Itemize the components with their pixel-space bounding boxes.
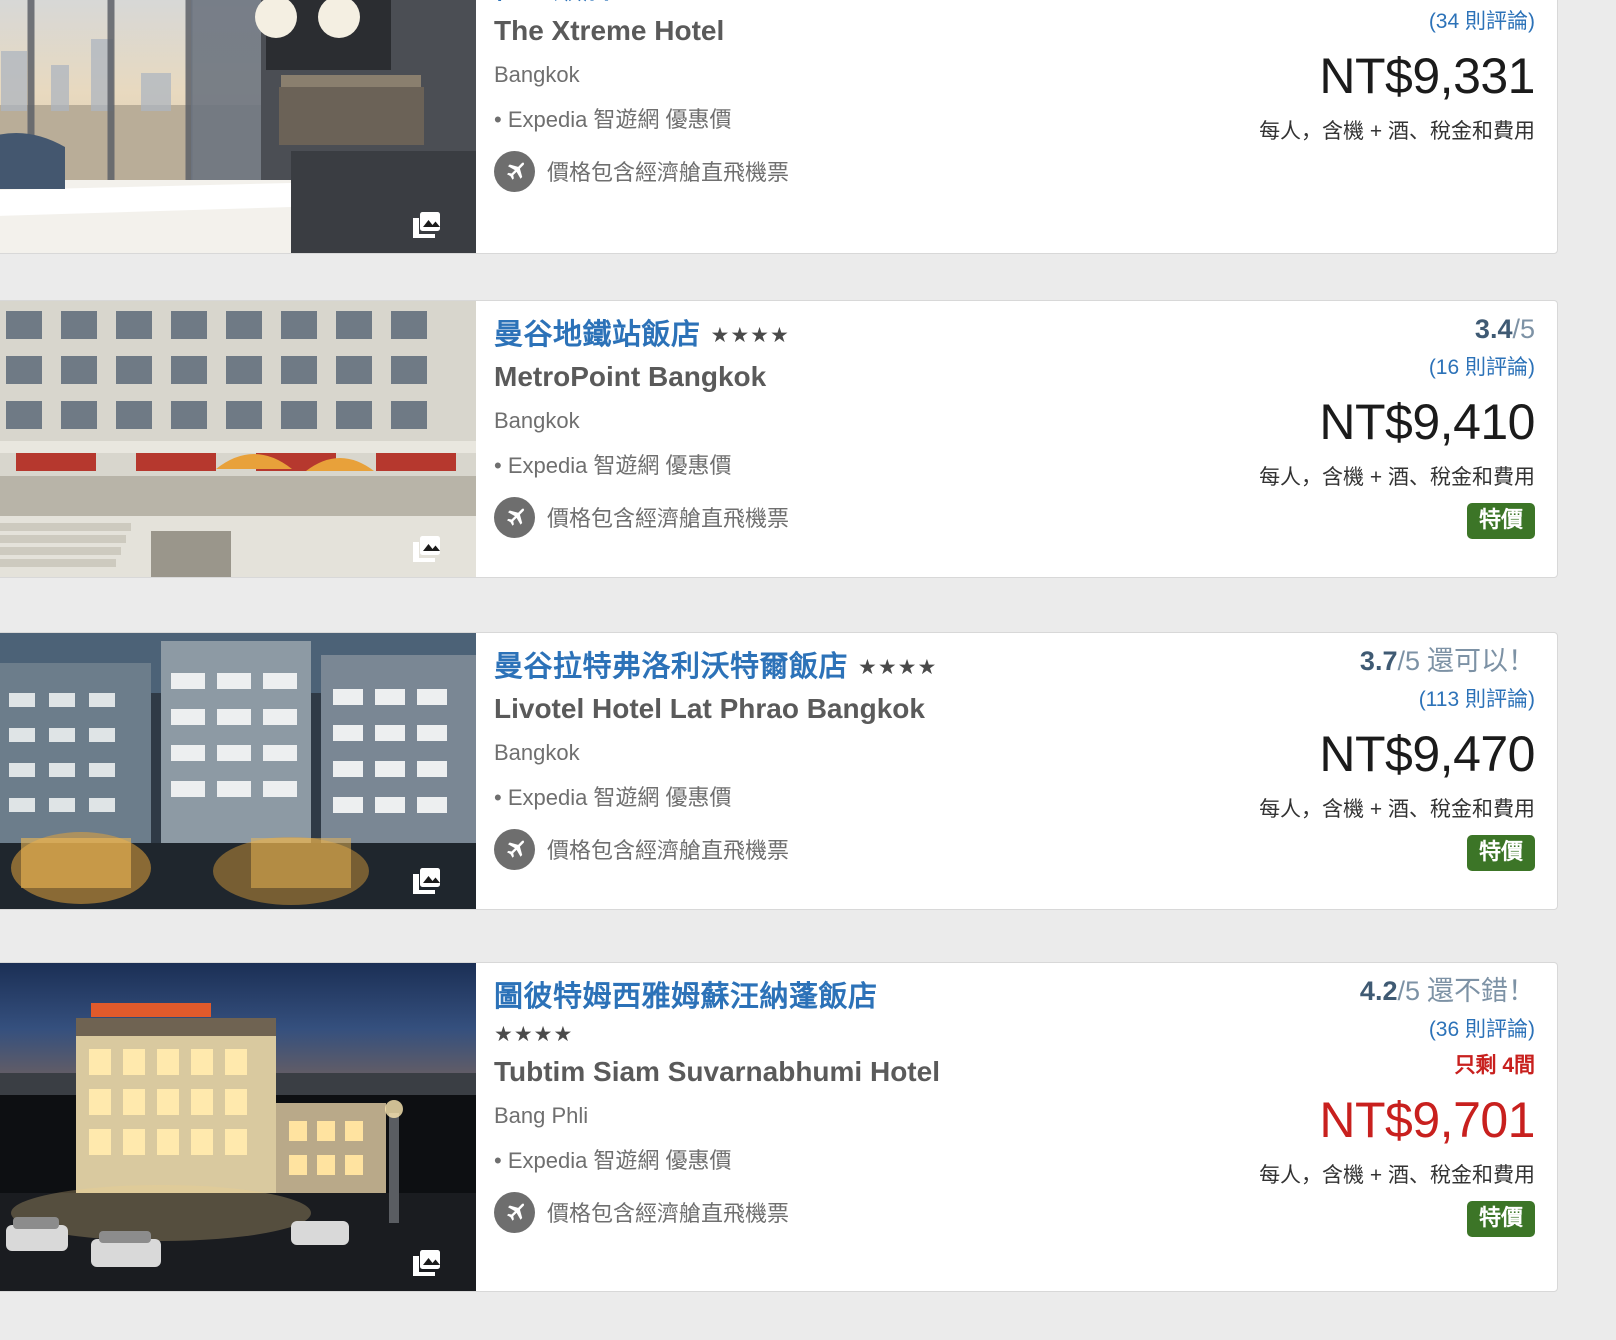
- price-note: 每人，含機 + 酒、稅金和費用: [1259, 465, 1535, 489]
- hotel-name-cn[interactable]: 曼谷拉特弗洛利沃特爾飯店: [494, 651, 848, 684]
- flight-included-row: 價格包含經濟艙直飛機票: [494, 828, 1157, 870]
- review-count-link[interactable]: (34 則評論): [1429, 5, 1535, 35]
- hotel-name-en: The Xtreme Hotel: [494, 15, 725, 47]
- hotel-title-row: 圖彼特姆西雅姆蘇汪納蓬飯店: [494, 981, 1157, 1014]
- hotel-title-row: 曼谷地鐵站飯店 ★★★★: [494, 319, 1157, 352]
- rating-scale: /5: [1397, 976, 1420, 1006]
- price-amount: NT$9,410: [1319, 393, 1535, 450]
- hotel-title-row: 曼谷拉特弗洛利沃特爾飯店 ★★★★: [494, 651, 1157, 684]
- airplane-icon: [494, 1191, 535, 1233]
- hotel-results-list: 極全飯店 ★★★★ The Xtreme Hotel Bangkok • Exp…: [0, 0, 1616, 1340]
- rating-line: 3.7/5 還可以！: [1359, 646, 1535, 677]
- hotel-photo-facade: [0, 301, 476, 577]
- review-count-link[interactable]: (16 則評論): [1429, 351, 1535, 381]
- flight-included-text: 價格包含經濟艙直飛機票: [547, 1201, 790, 1227]
- rooms-left-notice: 只剩 4間: [1454, 1053, 1535, 1077]
- hotel-star-rating: ★★★★: [494, 1023, 574, 1047]
- hotel-name-cn[interactable]: 圖彼特姆西雅姆蘇汪納蓬飯店: [494, 981, 878, 1014]
- price-amount: NT$9,331: [1319, 47, 1535, 104]
- hotel-name-en: MetroPoint Bangkok: [494, 361, 767, 393]
- price-column: 3.4/5 (16 則評論) NT$9,410 每人，含機 + 酒、稅金和費用 …: [1157, 301, 1557, 577]
- review-count-link[interactable]: (36 則評論): [1429, 1013, 1535, 1043]
- rating-line: 3.4/5: [1474, 314, 1535, 345]
- price-note: 每人，含機 + 酒、稅金和費用: [1259, 797, 1535, 821]
- flight-included-row: 價格包含經濟艙直飛機票: [494, 150, 1157, 192]
- hotel-thumbnail[interactable]: [0, 301, 476, 577]
- price-note: 每人，含機 + 酒、稅金和費用: [1259, 1163, 1535, 1187]
- hotel-star-rating: ★★★★: [710, 323, 790, 347]
- flight-included-text: 價格包含經濟艙直飛機票: [547, 506, 790, 532]
- hotel-name-en: Tubtim Siam Suvarnabhumi Hotel: [494, 1056, 940, 1088]
- hotel-card[interactable]: 極全飯店 ★★★★ The Xtreme Hotel Bangkok • Exp…: [0, 0, 1558, 254]
- hotel-promo-text: • Expedia 智遊網 優惠價: [494, 784, 732, 810]
- rating-scale: /5: [1397, 646, 1420, 676]
- rating-score: 4.2: [1359, 976, 1398, 1006]
- hotel-details: 曼谷拉特弗洛利沃特爾飯店 ★★★★ Livotel Hotel Lat Phra…: [476, 633, 1157, 909]
- hotel-thumbnail[interactable]: [0, 633, 476, 909]
- hotel-locality: Bang Phli: [494, 1102, 589, 1128]
- review-count-link[interactable]: (113 則評論): [1419, 683, 1535, 713]
- price-column: 4.2/5 還不錯！ (36 則評論) 只剩 4間 NT$9,701 每人，含機 …: [1157, 963, 1557, 1291]
- hotel-details: 圖彼特姆西雅姆蘇汪納蓬飯店 ★★★★ Tubtim Siam Suvarnabh…: [476, 963, 1157, 1291]
- hotel-thumbnail[interactable]: [0, 963, 476, 1291]
- gallery-icon[interactable]: [412, 1249, 442, 1277]
- hotel-name-cn[interactable]: 極全飯店: [494, 0, 612, 6]
- rating-score: 3.4: [1474, 314, 1513, 344]
- rating-score: 3.7: [1359, 646, 1398, 676]
- flight-included-row: 價格包含經濟艙直飛機票: [494, 496, 1157, 538]
- hotel-star-rating: ★★★★: [622, 0, 701, 2]
- hotel-card[interactable]: 曼谷拉特弗洛利沃特爾飯店 ★★★★ Livotel Hotel Lat Phra…: [0, 632, 1558, 910]
- hotel-details: 曼谷地鐵站飯店 ★★★★ MetroPoint Bangkok Bangkok …: [476, 301, 1157, 577]
- hotel-locality: Bangkok: [494, 61, 580, 87]
- flight-included-text: 價格包含經濟艙直飛機票: [547, 160, 790, 186]
- hotel-photo-night-building: [0, 633, 476, 909]
- deal-badge: 特價: [1466, 1200, 1535, 1238]
- rating-word: 還不錯！: [1427, 976, 1535, 1006]
- hotel-photo-room: [0, 0, 476, 253]
- hotel-details: 極全飯店 ★★★★ The Xtreme Hotel Bangkok • Exp…: [476, 0, 1157, 253]
- hotel-promo-text: • Expedia 智遊網 優惠價: [494, 452, 732, 478]
- flight-included-row: 價格包含經濟艙直飛機票: [494, 1191, 1157, 1233]
- hotel-photo-night-exterior: [0, 963, 476, 1291]
- airplane-icon: [494, 496, 535, 538]
- hotel-card[interactable]: 圖彼特姆西雅姆蘇汪納蓬飯店 ★★★★ Tubtim Siam Suvarnabh…: [0, 962, 1558, 1292]
- deal-badge: 特價: [1466, 502, 1535, 540]
- hotel-card[interactable]: 曼谷地鐵站飯店 ★★★★ MetroPoint Bangkok Bangkok …: [0, 300, 1558, 578]
- price-amount: NT$9,701: [1319, 1091, 1535, 1148]
- hotel-thumbnail[interactable]: [0, 0, 476, 253]
- price-amount: NT$9,470: [1319, 725, 1535, 782]
- airplane-icon: [494, 828, 535, 870]
- gallery-icon[interactable]: [412, 535, 442, 563]
- hotel-promo-text: • Expedia 智遊網 優惠價: [494, 1147, 732, 1173]
- price-column: 3.7/5 還可以！ (113 則評論) NT$9,470 每人，含機 + 酒、稅…: [1157, 633, 1557, 909]
- flight-included-text: 價格包含經濟艙直飛機票: [547, 838, 790, 864]
- rating-word: 還可以！: [1427, 646, 1535, 676]
- gallery-icon[interactable]: [412, 867, 442, 895]
- price-column: 3.7/5還可以！ (34 則評論) NT$9,331 每人，含機 + 酒、稅金…: [1157, 0, 1557, 253]
- hotel-promo-text: • Expedia 智遊網 優惠價: [494, 106, 732, 132]
- hotel-star-rating: ★★★★: [858, 655, 938, 679]
- airplane-icon: [494, 150, 535, 192]
- hotel-name-cn[interactable]: 曼谷地鐵站飯店: [494, 319, 701, 352]
- gallery-icon[interactable]: [412, 211, 442, 239]
- rating-scale: /5: [1512, 314, 1535, 344]
- rating-line: 4.2/5 還不錯！: [1359, 976, 1535, 1007]
- hotel-locality: Bangkok: [494, 407, 580, 433]
- hotel-locality: Bangkok: [494, 739, 580, 765]
- hotel-name-en: Livotel Hotel Lat Phrao Bangkok: [494, 693, 925, 725]
- deal-badge: 特價: [1466, 834, 1535, 872]
- hotel-title-row: 極全飯店 ★★★★: [494, 0, 1157, 6]
- price-note: 每人，含機 + 酒、稅金和費用: [1259, 119, 1535, 143]
